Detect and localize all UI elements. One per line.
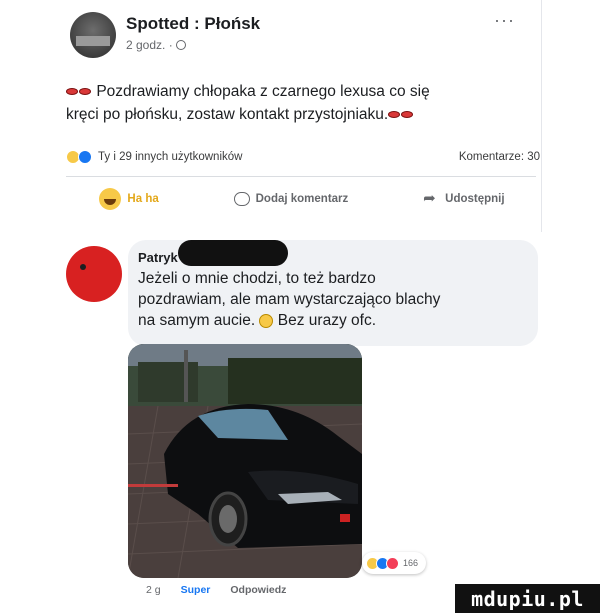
- eyes-emoji-icon: [79, 88, 91, 96]
- comment-reply-button[interactable]: Odpowiedz: [230, 584, 286, 596]
- haha-reaction-icon: [99, 188, 122, 210]
- post-text-content: Pozdrawiamy chłopaka z czarnego lexusa c…: [96, 83, 430, 100]
- like-reaction-icon: [78, 150, 92, 164]
- comment-text-line-3: na samym aucie. Bez urazy ofc.: [138, 310, 528, 331]
- comment-reaction-count: 166: [403, 558, 419, 568]
- comment-text: Jeżeli o mnie chodzi, to też bardzo pozd…: [138, 268, 528, 331]
- love-reaction-icon: [386, 556, 399, 570]
- more-options-button[interactable]: ···: [494, 10, 515, 31]
- comment-like-button[interactable]: Super: [181, 584, 211, 596]
- post-text-content: kręci po płońsku, zostaw kontakt przysto…: [66, 106, 389, 123]
- page-avatar[interactable]: [70, 12, 116, 58]
- nerd-emoji-icon: [259, 313, 274, 328]
- add-comment-label: Dodaj komentarz: [255, 193, 349, 205]
- car-photo-image: [128, 344, 362, 578]
- eyes-emoji-icon: [66, 88, 78, 96]
- share-icon: [423, 189, 439, 207]
- share-button[interactable]: Udostępnij: [423, 189, 505, 207]
- post-text: Pozdrawiamy chłopaka z czarnego lexusa c…: [66, 80, 536, 126]
- comment-actions: 2 g Super Odpowiedz: [146, 584, 286, 596]
- eyes-emoji-icon: [401, 111, 414, 119]
- post-text-line-1: Pozdrawiamy chłopaka z czarnego lexusa c…: [66, 80, 536, 103]
- post-time[interactable]: 2 godz. ·: [126, 38, 173, 52]
- add-comment-button[interactable]: Dodaj komentarz: [233, 192, 349, 206]
- comments-count[interactable]: Komentarze: 30: [459, 151, 540, 163]
- comment-car-photo[interactable]: [128, 344, 362, 578]
- comment-author[interactable]: Patryk: [138, 250, 178, 265]
- post-action-bar: Ha ha Dodaj komentarz Udostępnij: [62, 188, 542, 210]
- share-label: Udostępnij: [445, 193, 505, 205]
- post-meta: 2 godz. ·: [126, 38, 186, 52]
- haha-label: Ha ha: [127, 193, 159, 205]
- comment-icon: [233, 192, 250, 206]
- comment-author-avatar[interactable]: [66, 246, 122, 302]
- censor-bar: [178, 240, 288, 266]
- post-card: Spotted : Płońsk 2 godz. · ··· Pozdrawia…: [62, 0, 542, 232]
- watermark-logo: mdupiu.pl: [455, 584, 600, 613]
- comment-bubble: Patryk Jeżeli o mnie chodzi, to też bard…: [128, 240, 538, 346]
- comment-time[interactable]: 2 g: [146, 584, 161, 596]
- comment-text-content: na samym aucie.: [138, 312, 256, 329]
- comment-text-content: Bez urazy ofc.: [277, 312, 377, 329]
- reactions-text[interactable]: Ty i 29 innych użytkowników: [98, 151, 242, 163]
- globe-icon: [175, 40, 186, 50]
- post-text-line-2: kręci po płońsku, zostaw kontakt przysto…: [66, 103, 536, 126]
- haha-button[interactable]: Ha ha: [99, 188, 159, 210]
- eyes-emoji-icon: [388, 111, 401, 119]
- comment-reactions[interactable]: 166: [362, 552, 427, 574]
- reactions-summary: Ty i 29 innych użytkowników Komentarze: …: [66, 150, 540, 164]
- divider: [66, 176, 536, 177]
- page-name[interactable]: Spotted : Płońsk: [126, 14, 260, 34]
- comment-text-line-2: pozdrawiam, ale mam wystarczająco blachy: [138, 291, 441, 308]
- comment-text-line-1: Jeżeli o mnie chodzi, to też bardzo: [138, 270, 376, 287]
